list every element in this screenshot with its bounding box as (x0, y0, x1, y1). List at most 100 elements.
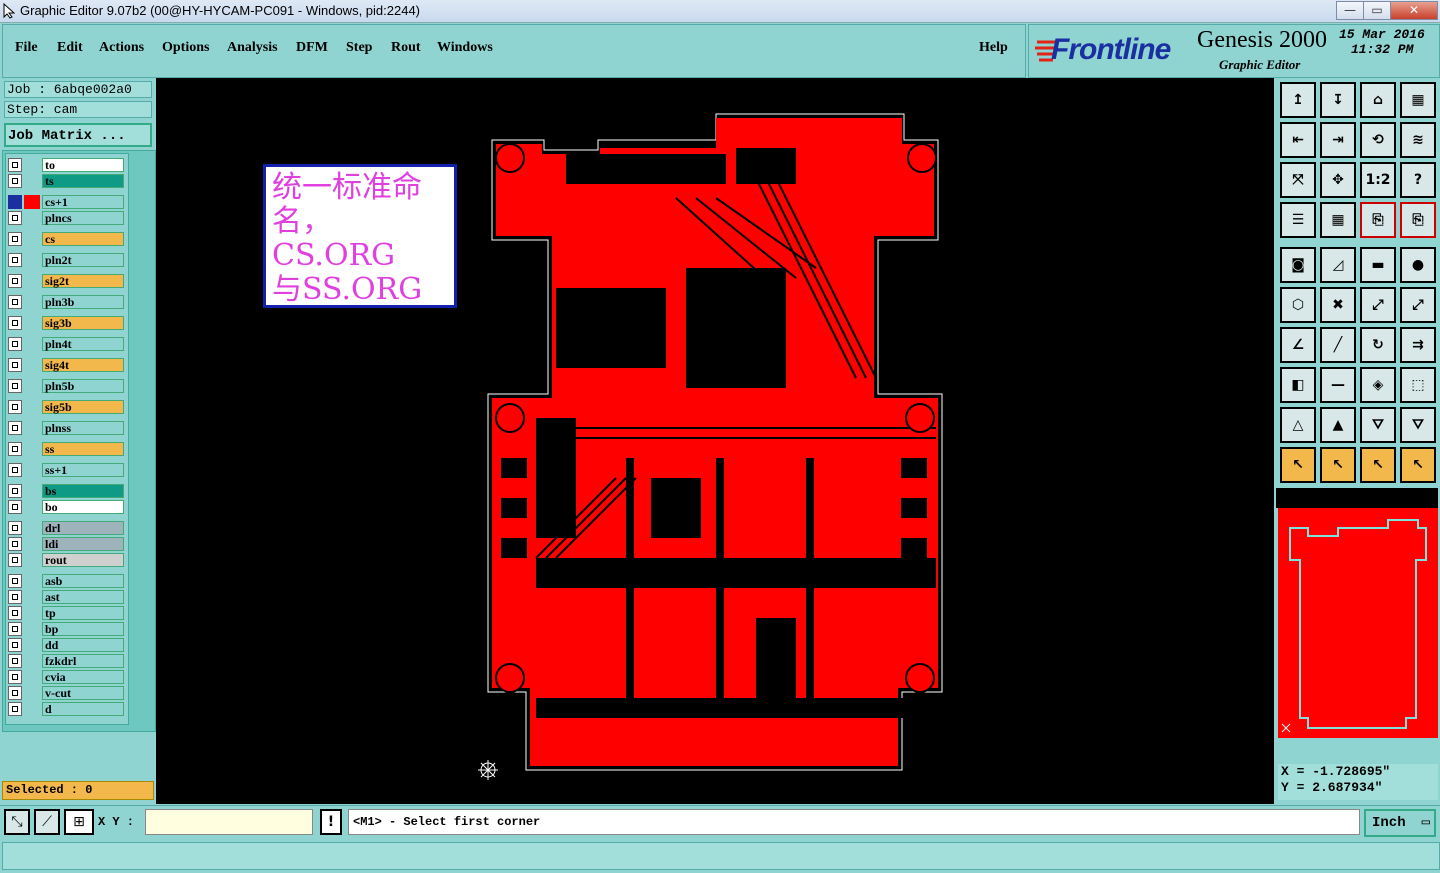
alert-icon[interactable]: ! (320, 809, 342, 835)
layer-checkbox[interactable] (8, 686, 22, 700)
layer-checkbox[interactable] (8, 232, 22, 246)
menu-dfm[interactable]: DFM (296, 40, 328, 56)
layer-checkbox[interactable] (8, 316, 22, 330)
pan-icon[interactable]: ✥ (1320, 162, 1356, 198)
layer-name[interactable]: ldi (42, 537, 124, 551)
net-icon[interactable]: ⬡ (1280, 287, 1316, 323)
select-area-icon[interactable]: ↖ (1360, 447, 1396, 483)
grid-icon[interactable]: ▦ (1320, 202, 1356, 238)
route-icon[interactable]: ⤢ (1360, 287, 1396, 323)
copy-icon[interactable]: ◧ (1280, 367, 1316, 403)
layer-checkbox[interactable] (8, 606, 22, 620)
menu-edit[interactable]: Edit (57, 40, 83, 56)
layer-name[interactable]: cs+1 (42, 195, 124, 209)
ruler-icon[interactable]: ▬ (1360, 247, 1396, 283)
undo-icon[interactable]: ⟲ (1360, 122, 1396, 158)
menu-step[interactable]: Step (346, 40, 372, 56)
layer-name[interactable]: v-cut (42, 686, 124, 700)
layer-name[interactable]: bs (42, 484, 124, 498)
layer-name[interactable]: pln4t (42, 337, 124, 351)
board-overview[interactable] (1278, 508, 1438, 738)
layer-checkbox[interactable] (8, 274, 22, 288)
layer-checkbox[interactable] (8, 295, 22, 309)
load-icon[interactable]: ⇤ (1280, 122, 1316, 158)
menu-analysis[interactable]: Analysis (227, 40, 278, 56)
cross-icon[interactable]: ✖ (1320, 287, 1356, 323)
layer-name[interactable]: tp (42, 606, 124, 620)
triangle-icon[interactable]: △ (1280, 407, 1316, 443)
units-select[interactable]: Inch ▭ (1364, 809, 1436, 837)
menu-rout[interactable]: Rout (391, 40, 421, 56)
layer-checkbox[interactable] (8, 211, 22, 225)
layer-name[interactable]: bo (42, 500, 124, 514)
layer-name[interactable]: ss+1 (42, 463, 124, 477)
layer-name[interactable]: plnss (42, 421, 124, 435)
layer-name[interactable]: sig3b (42, 316, 124, 330)
circle-icon[interactable]: ● (1400, 247, 1436, 283)
layer-name[interactable]: ast (42, 590, 124, 604)
layer-name[interactable]: plncs (42, 211, 124, 225)
help-icon[interactable]: ? (1400, 162, 1436, 198)
layer-checkbox[interactable] (8, 574, 22, 588)
layer-checkbox[interactable] (8, 521, 22, 535)
triangle-alt-icon[interactable]: ▲ (1320, 407, 1356, 443)
route-alt-icon[interactable]: ⤢ (1400, 287, 1436, 323)
layer-checkbox[interactable] (8, 553, 22, 567)
layer-name[interactable]: cvia (42, 670, 124, 684)
select-icon[interactable]: ↖ (1280, 447, 1316, 483)
layer-name[interactable]: pln5b (42, 379, 124, 393)
layer-name[interactable]: to (42, 158, 124, 172)
filter-icon[interactable]: ☰ (1280, 202, 1316, 238)
measure-icon[interactable]: ⛛ (1360, 407, 1396, 443)
angle-icon[interactable]: ∠ (1280, 327, 1316, 363)
layer-name[interactable]: rout (42, 553, 124, 567)
pad-icon[interactable]: ◙ (1280, 247, 1316, 283)
zoom-line-icon[interactable]: ⟋ (34, 809, 60, 835)
layer-name[interactable]: sig2t (42, 274, 124, 288)
layer-name[interactable]: ss (42, 442, 124, 456)
xy-input[interactable] (145, 809, 313, 835)
layer-name[interactable]: asb (42, 574, 124, 588)
menu-options[interactable]: Options (162, 40, 209, 56)
select-box-icon[interactable]: ↖ (1320, 447, 1356, 483)
split-icon[interactable]: ⇉ (1400, 327, 1436, 363)
graphic-canvas[interactable]: 统一标准命 名，CS.ORG 与SS.ORG (156, 78, 1274, 804)
group-icon[interactable]: ⬚ (1400, 367, 1436, 403)
layer-checkbox[interactable] (8, 442, 22, 456)
select-net-icon[interactable]: ↖ (1400, 447, 1436, 483)
layer-name[interactable]: sig4t (42, 358, 124, 372)
layer-name[interactable]: pln2t (42, 253, 124, 267)
layer-checkbox[interactable] (8, 622, 22, 636)
save-icon[interactable]: ↧ (1320, 82, 1356, 118)
layer-checkbox[interactable] (8, 638, 22, 652)
job-matrix-button[interactable]: Job Matrix ... (4, 123, 152, 147)
layer-checkbox[interactable] (8, 484, 22, 498)
layer-checkbox[interactable] (8, 654, 22, 668)
layer-checkbox[interactable] (8, 590, 22, 604)
layer-checkbox[interactable] (8, 463, 22, 477)
layer-checkbox[interactable] (8, 358, 22, 372)
maximize-button[interactable]: ▭ (1363, 1, 1391, 20)
layer-checkbox[interactable] (8, 379, 22, 393)
minimize-button[interactable]: — (1336, 1, 1364, 20)
layers-icon[interactable]: ⎘ (1360, 202, 1396, 238)
slash-icon[interactable]: ╱ (1320, 327, 1356, 363)
snap-grid-icon[interactable]: ⊞ (64, 809, 94, 835)
arc-icon[interactable]: ↻ (1360, 327, 1396, 363)
close-button[interactable]: ✕ (1390, 1, 1438, 20)
layer-name[interactable]: drl (42, 521, 124, 535)
layer-name[interactable]: sig5b (42, 400, 124, 414)
layer-checkbox[interactable] (8, 253, 22, 267)
layer-checkbox[interactable] (8, 537, 22, 551)
layer-checkbox[interactable] (8, 174, 22, 188)
layer-checkbox[interactable] (8, 670, 22, 684)
layer-name[interactable]: dd (42, 638, 124, 652)
zoom-area-icon[interactable]: ⤡ (4, 809, 30, 835)
menu-windows[interactable]: Windows (437, 40, 493, 56)
layer-checkbox[interactable] (8, 421, 22, 435)
line-icon[interactable]: ◿ (1320, 247, 1356, 283)
layer-name[interactable]: pln3b (42, 295, 124, 309)
scale-icon[interactable]: 1:2 (1360, 162, 1396, 198)
zoom-fit-icon[interactable]: ⤧ (1280, 162, 1316, 198)
layer-name[interactable]: fzkdrl (42, 654, 124, 668)
